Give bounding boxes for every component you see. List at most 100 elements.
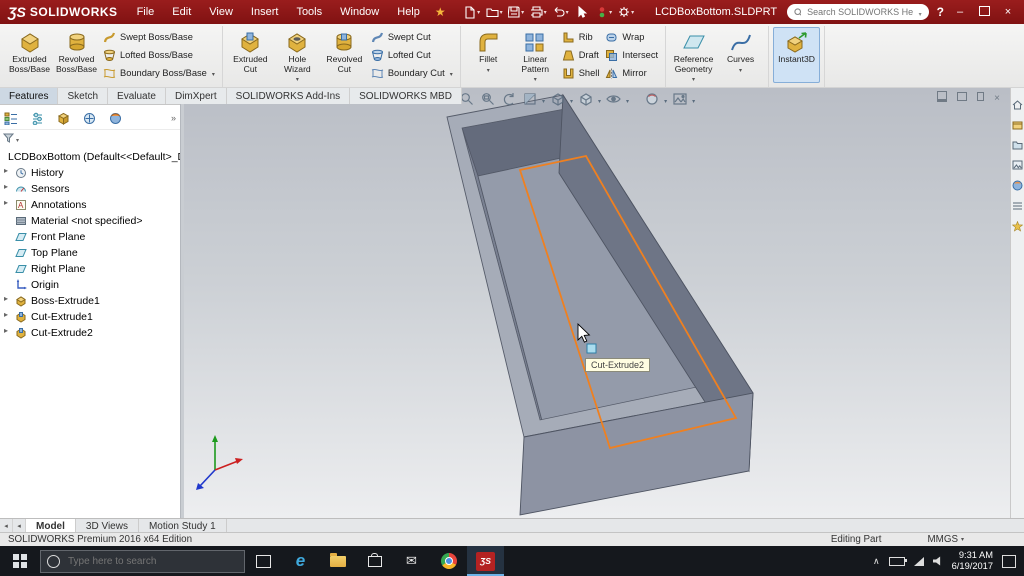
network-icon[interactable] [913, 556, 924, 566]
tab-features[interactable]: Features [0, 88, 59, 104]
tab-evaluate[interactable]: Evaluate [108, 88, 166, 104]
hole-wizard-button[interactable]: Hole Wizard [274, 27, 321, 85]
menu-view[interactable]: View [200, 0, 242, 24]
menu-edit[interactable]: Edit [163, 0, 200, 24]
volume-icon[interactable] [932, 556, 941, 566]
scene-caret-icon[interactable] [692, 90, 695, 108]
view-orientation-icon[interactable] [549, 91, 566, 107]
restore-window-button[interactable] [976, 5, 992, 19]
panel-overflow-chevron-icon[interactable] [171, 113, 176, 123]
view-palette-icon[interactable] [1012, 160, 1023, 170]
help-search-input[interactable] [805, 6, 915, 18]
expand-arrow-icon[interactable] [4, 198, 8, 207]
minimize-window-button[interactable]: – [952, 6, 968, 18]
expand-arrow-icon[interactable] [4, 166, 8, 175]
doc-restore-icon[interactable] [957, 92, 968, 104]
mail-button[interactable] [393, 546, 430, 576]
tree-item-cut-extrude2[interactable]: Cut-Extrude2 [0, 325, 180, 341]
revolved-cut-button[interactable]: Revolved Cut [321, 27, 368, 83]
help-button[interactable]: ? [937, 5, 944, 19]
appearance-icon[interactable] [643, 91, 660, 107]
intersect-button[interactable]: Intersect [602, 46, 661, 64]
configurationmanager-tab-icon[interactable] [57, 112, 70, 125]
menu-insert[interactable]: Insert [242, 0, 288, 24]
fillet-button[interactable]: Fillet [465, 27, 512, 83]
flyout-caret-icon[interactable] [692, 74, 695, 84]
boundary-boss-base-button[interactable]: Boundary Boss/Base [100, 64, 218, 82]
lofted-cut-button[interactable]: Lofted Cut [368, 46, 456, 64]
design-library-icon[interactable] [1012, 120, 1023, 130]
hide-show-caret-icon[interactable] [626, 90, 629, 108]
tree-item-origin[interactable]: Origin [0, 277, 180, 293]
panel-splitter[interactable] [180, 104, 184, 518]
edge-button[interactable] [282, 546, 319, 576]
displaymanager-tab-icon[interactable] [109, 112, 122, 125]
open-document-icon[interactable] [484, 3, 505, 21]
flyout-caret-icon[interactable] [739, 65, 742, 75]
file-explorer-icon[interactable] [1012, 140, 1023, 150]
expand-arrow-icon[interactable] [4, 310, 8, 319]
store-button[interactable] [356, 546, 393, 576]
lofted-boss-base-button[interactable]: Lofted Boss/Base [100, 46, 218, 64]
propertymanager-tab-icon[interactable] [31, 112, 44, 125]
flyout-caret-icon[interactable] [296, 74, 299, 84]
close-window-button[interactable]: × [1000, 6, 1016, 18]
tree-item-material[interactable]: Material <not specified> [0, 213, 180, 229]
tree-item-right-plane[interactable]: Right Plane [0, 261, 180, 277]
filter-caret-icon[interactable] [16, 129, 19, 147]
pin-menu-icon[interactable] [435, 5, 446, 19]
print-icon[interactable] [528, 3, 549, 21]
mirror-button[interactable]: Mirror [602, 64, 661, 82]
graphics-viewport[interactable]: × Cut-Extrude2 [180, 88, 1010, 518]
flyout-caret-icon[interactable] [211, 68, 215, 78]
file-explorer-button[interactable] [319, 546, 356, 576]
section-caret-icon[interactable] [542, 90, 545, 108]
menu-tools[interactable]: Tools [287, 0, 331, 24]
display-style-icon[interactable] [577, 91, 594, 107]
shell-button[interactable]: Shell [559, 64, 603, 82]
tab-solidworks-addins[interactable]: SOLIDWORKS Add-Ins [226, 88, 351, 104]
options-gear-icon[interactable] [616, 3, 637, 21]
linear-pattern-button[interactable]: Linear Pattern [512, 27, 559, 85]
action-center-icon[interactable] [1002, 554, 1016, 568]
new-document-icon[interactable] [462, 3, 483, 21]
tree-root-part[interactable]: LCDBoxBottom (Default<<Default>_Dis [0, 149, 180, 165]
view-orientation-caret-icon[interactable] [570, 90, 573, 108]
menu-window[interactable]: Window [331, 0, 388, 24]
doc-close-icon[interactable]: × [994, 93, 1000, 104]
feature-drag-handle[interactable] [586, 343, 597, 354]
custom-properties-icon[interactable] [1012, 201, 1023, 211]
battery-icon[interactable] [888, 556, 907, 566]
menu-help[interactable]: Help [388, 0, 429, 24]
save-icon[interactable] [506, 3, 527, 21]
tab-scroll-right-icon[interactable] [13, 519, 26, 533]
filter-funnel-icon[interactable] [3, 133, 14, 143]
previous-view-icon[interactable] [500, 91, 517, 107]
forum-star-icon[interactable] [1012, 221, 1023, 232]
search-scope-caret-icon[interactable] [919, 3, 922, 21]
extruded-boss-base-button[interactable]: Extruded Boss/Base [6, 27, 53, 83]
tab-model[interactable]: Model [26, 519, 76, 533]
select-icon[interactable] [572, 3, 593, 21]
tree-item-top-plane[interactable]: Top Plane [0, 245, 180, 261]
swept-cut-button[interactable]: Swept Cut [368, 28, 456, 46]
tree-item-boss-extrude1[interactable]: Boss-Extrude1 [0, 293, 180, 309]
zoom-area-icon[interactable] [479, 91, 496, 107]
taskbar-search-box[interactable] [40, 549, 245, 573]
flyout-caret-icon[interactable] [449, 68, 453, 78]
featuremanager-tab-icon[interactable] [4, 112, 18, 125]
revolved-boss-base-button[interactable]: Revolved Boss/Base [53, 27, 100, 83]
tab-scroll-left-icon[interactable] [0, 519, 13, 533]
expand-arrow-icon[interactable] [4, 294, 8, 303]
tab-sketch[interactable]: Sketch [58, 88, 109, 104]
tray-expand-icon[interactable] [873, 556, 880, 567]
tab-motion-study-1[interactable]: Motion Study 1 [139, 519, 227, 533]
doc-tile-icon[interactable] [977, 92, 985, 104]
display-style-caret-icon[interactable] [598, 90, 601, 108]
help-search-box[interactable] [786, 3, 929, 21]
instant3d-button[interactable]: Instant3D [773, 27, 821, 83]
tree-item-cut-extrude1[interactable]: Cut-Extrude1 [0, 309, 180, 325]
expand-arrow-icon[interactable] [4, 182, 8, 191]
start-button[interactable] [0, 546, 40, 576]
home-icon[interactable] [1012, 100, 1023, 110]
